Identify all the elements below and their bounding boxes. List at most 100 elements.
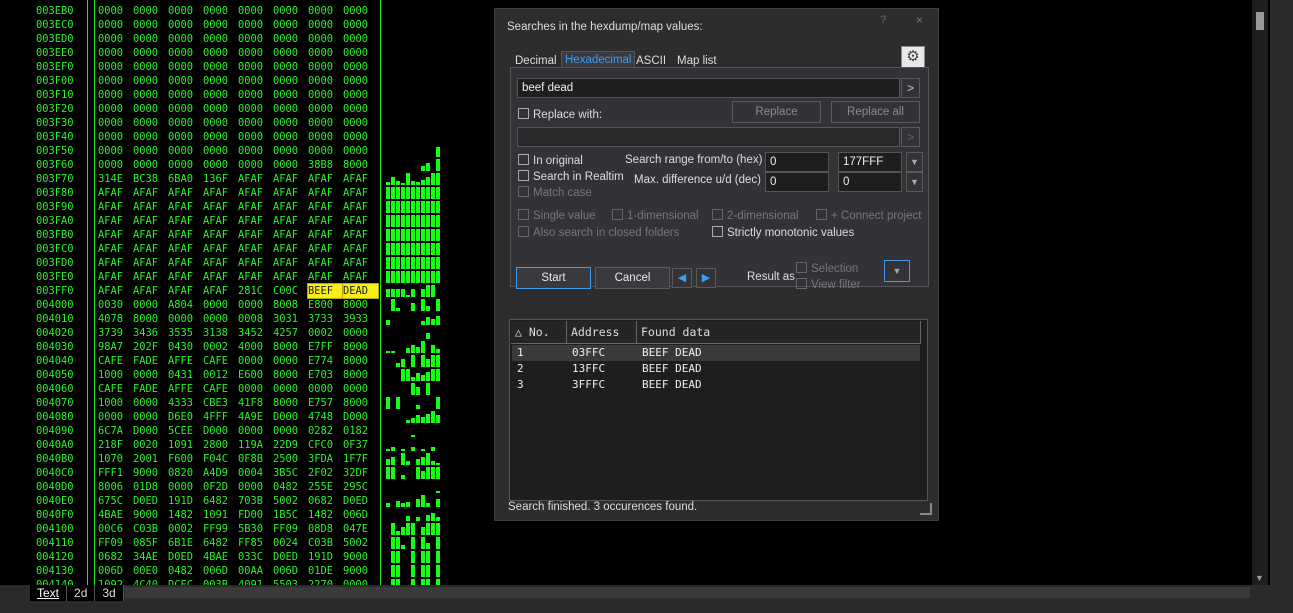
hex-cell[interactable]: 32DF [343, 466, 378, 480]
hex-cell[interactable]: 3535 [168, 326, 203, 340]
hex-cell[interactable]: 4257 [273, 326, 308, 340]
hex-cell[interactable]: AFAF [133, 214, 168, 228]
hex-cell[interactable]: 0000 [98, 18, 133, 32]
hex-cell[interactable]: 41F8 [238, 396, 273, 410]
hex-cell[interactable]: 0000 [308, 130, 343, 144]
range-dropdown-icon[interactable]: ▼ [906, 152, 923, 172]
hex-cell[interactable]: 0000 [273, 60, 308, 74]
selection-checkbox[interactable]: Selection [796, 262, 858, 275]
hex-cell[interactable]: 9000 [343, 564, 378, 578]
hex-cell[interactable]: 0000 [308, 4, 343, 18]
hex-cell[interactable]: 5503 [273, 578, 308, 585]
maxdiff-up-input[interactable]: 0 [765, 172, 829, 192]
hex-cell[interactable]: 4748 [308, 410, 343, 424]
hex-cell[interactable]: AFAF [238, 256, 273, 270]
hex-cell[interactable]: 047E [343, 522, 378, 536]
two-dimensional-checkbox[interactable]: 2-dimensional [712, 209, 799, 222]
hex-cell[interactable]: 0000 [203, 88, 238, 102]
hex-cell[interactable]: 0000 [273, 88, 308, 102]
hex-cell[interactable]: 675C [98, 494, 133, 508]
hex-cell[interactable]: D0ED [343, 494, 378, 508]
hex-cell[interactable]: D0ED [273, 550, 308, 564]
hex-cell[interactable]: 0008 [238, 312, 273, 326]
hex-cell[interactable]: 0000 [238, 298, 273, 312]
hex-cell[interactable]: 9000 [133, 466, 168, 480]
hex-cell[interactable]: AFAF [238, 214, 273, 228]
hex-row[interactable]: CAFE FADE AFFE CAFE 0000 0000 E774 8000 [98, 354, 378, 368]
hex-row[interactable]: 0000 0000 0000 0000 0000 0000 0000 0000 [98, 88, 378, 102]
hex-cell[interactable]: 00E0 [133, 564, 168, 578]
replace-with-checkbox[interactable]: Replace with: [518, 108, 602, 121]
gear-icon[interactable]: ⚙ [901, 46, 925, 68]
hex-cell[interactable]: 0000 [168, 480, 203, 494]
hex-cell[interactable]: 0000 [133, 298, 168, 312]
hex-row[interactable]: 6C7A D000 5CEE D000 0000 0000 0282 0182 [98, 424, 378, 438]
hex-row[interactable]: 1000 0000 0431 0012 E600 8000 E703 8000 [98, 368, 378, 382]
hex-cell[interactable]: 5B30 [238, 522, 273, 536]
hex-row[interactable]: CAFE FADE AFFE CAFE 0000 0000 0000 0000 [98, 382, 378, 396]
hex-cell[interactable]: 0000 [238, 4, 273, 18]
hex-cell[interactable]: FD00 [238, 508, 273, 522]
hex-cell[interactable]: AFAF [133, 256, 168, 270]
hex-cell[interactable]: 0820 [168, 466, 203, 480]
hex-cell[interactable]: 085F [133, 536, 168, 550]
hex-cell[interactable]: 0000 [168, 130, 203, 144]
hex-cell[interactable]: E7FF [308, 340, 343, 354]
hex-cell[interactable]: FFF1 [98, 466, 133, 480]
hex-cell[interactable]: 0000 [273, 116, 308, 130]
hex-cell[interactable]: CAFE [98, 354, 133, 368]
hex-cell[interactable]: 0000 [203, 32, 238, 46]
hex-cell[interactable]: 0000 [168, 102, 203, 116]
hex-cell[interactable]: 0000 [203, 312, 238, 326]
hex-cell[interactable]: 0000 [308, 102, 343, 116]
hex-cell[interactable]: C03B [308, 536, 343, 550]
hex-cell[interactable]: 6B1E [168, 536, 203, 550]
hex-row[interactable]: 1070 2001 F600 F04C 0F8B 2500 3FDA 1F7F [98, 452, 378, 466]
hex-cell[interactable]: 0000 [133, 46, 168, 60]
hex-cell[interactable]: 0000 [133, 102, 168, 116]
hex-cell[interactable]: 0000 [203, 102, 238, 116]
hex-cell[interactable]: AFAF [238, 200, 273, 214]
hex-cell[interactable]: D000 [133, 424, 168, 438]
hex-cell[interactable]: 0000 [133, 368, 168, 382]
hex-cell[interactable]: 033C [238, 550, 273, 564]
hex-cell[interactable]: CAFE [203, 382, 238, 396]
hex-cell[interactable]: 6482 [203, 494, 238, 508]
hex-cell[interactable]: 8000 [343, 354, 378, 368]
hex-cell[interactable]: 0000 [273, 354, 308, 368]
hex-cell[interactable]: E600 [238, 368, 273, 382]
hex-cell[interactable]: AFAF [308, 186, 343, 200]
hex-cell[interactable]: 0000 [238, 88, 273, 102]
hex-cell[interactable]: 3031 [273, 312, 308, 326]
hex-cell[interactable]: 6C7A [98, 424, 133, 438]
hex-cell[interactable]: 0002 [203, 340, 238, 354]
hex-cell[interactable]: CAFE [203, 354, 238, 368]
hex-cell[interactable]: AFAF [273, 270, 308, 284]
hex-cell[interactable]: 2800 [203, 438, 238, 452]
hex-cell[interactable]: 00C6 [98, 522, 133, 536]
tab-3d[interactable]: 3d [95, 585, 124, 601]
hex-cell[interactable]: 01D8 [133, 480, 168, 494]
hex-cell[interactable]: 0000 [343, 18, 378, 32]
hex-cell[interactable]: 0000 [238, 74, 273, 88]
hex-cell[interactable]: FF09 [98, 536, 133, 550]
hex-cell[interactable]: AFAF [238, 242, 273, 256]
hex-cell[interactable]: BEEF [307, 283, 344, 299]
hex-row[interactable]: 1092 4C40 DCEC 003B 4091 5503 2270 0000 [98, 578, 378, 585]
hex-cell[interactable]: 0431 [168, 368, 203, 382]
hex-row[interactable]: 3739 3436 3535 3138 3452 4257 0002 0000 [98, 326, 378, 340]
hex-cell[interactable]: F04C [203, 452, 238, 466]
hex-cell[interactable]: E800 [308, 298, 343, 312]
hex-cell[interactable]: 0000 [133, 4, 168, 18]
hex-cell[interactable]: 006D [98, 564, 133, 578]
hex-cell[interactable]: 0000 [98, 102, 133, 116]
hex-cell[interactable]: AFAF [273, 200, 308, 214]
search-input[interactable]: beef dead [517, 78, 900, 98]
hex-cell[interactable]: AFAF [98, 214, 133, 228]
hex-cell[interactable]: A804 [168, 298, 203, 312]
hex-cell[interactable]: AFAF [343, 200, 378, 214]
hex-cell[interactable]: 1092 [98, 578, 133, 585]
hex-cell[interactable]: 119A [238, 438, 273, 452]
hex-cell[interactable]: AFAF [238, 172, 273, 186]
hex-cell[interactable]: 0000 [343, 144, 378, 158]
